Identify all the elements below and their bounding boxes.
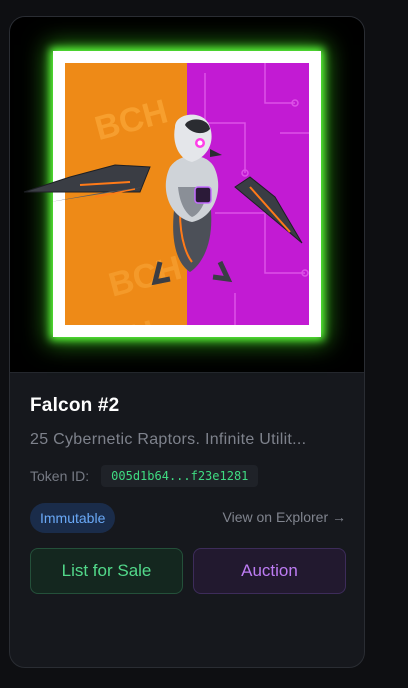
nft-card: BCH BCH BCH bbox=[9, 16, 365, 668]
token-id-value: 005d1b64...f23e1281 bbox=[101, 465, 259, 487]
nft-title: Falcon #2 bbox=[30, 395, 120, 416]
list-for-sale-button[interactable]: List for Sale bbox=[30, 548, 183, 594]
immutable-badge: Immutable bbox=[30, 503, 116, 533]
token-id-row: Token ID: 005d1b64...f23e1281 bbox=[30, 463, 259, 489]
nft-media[interactable]: BCH BCH BCH bbox=[10, 17, 364, 373]
token-id-label: Token ID: bbox=[30, 468, 90, 484]
view-on-explorer-link[interactable]: View on Explorer → bbox=[223, 509, 346, 525]
auction-button[interactable]: Auction bbox=[193, 548, 346, 594]
nft-description: 25 Cybernetic Raptors. Infinite Utilit..… bbox=[30, 431, 307, 448]
nft-image: BCH BCH BCH bbox=[65, 63, 309, 325]
image-frame: BCH BCH BCH bbox=[53, 51, 321, 337]
